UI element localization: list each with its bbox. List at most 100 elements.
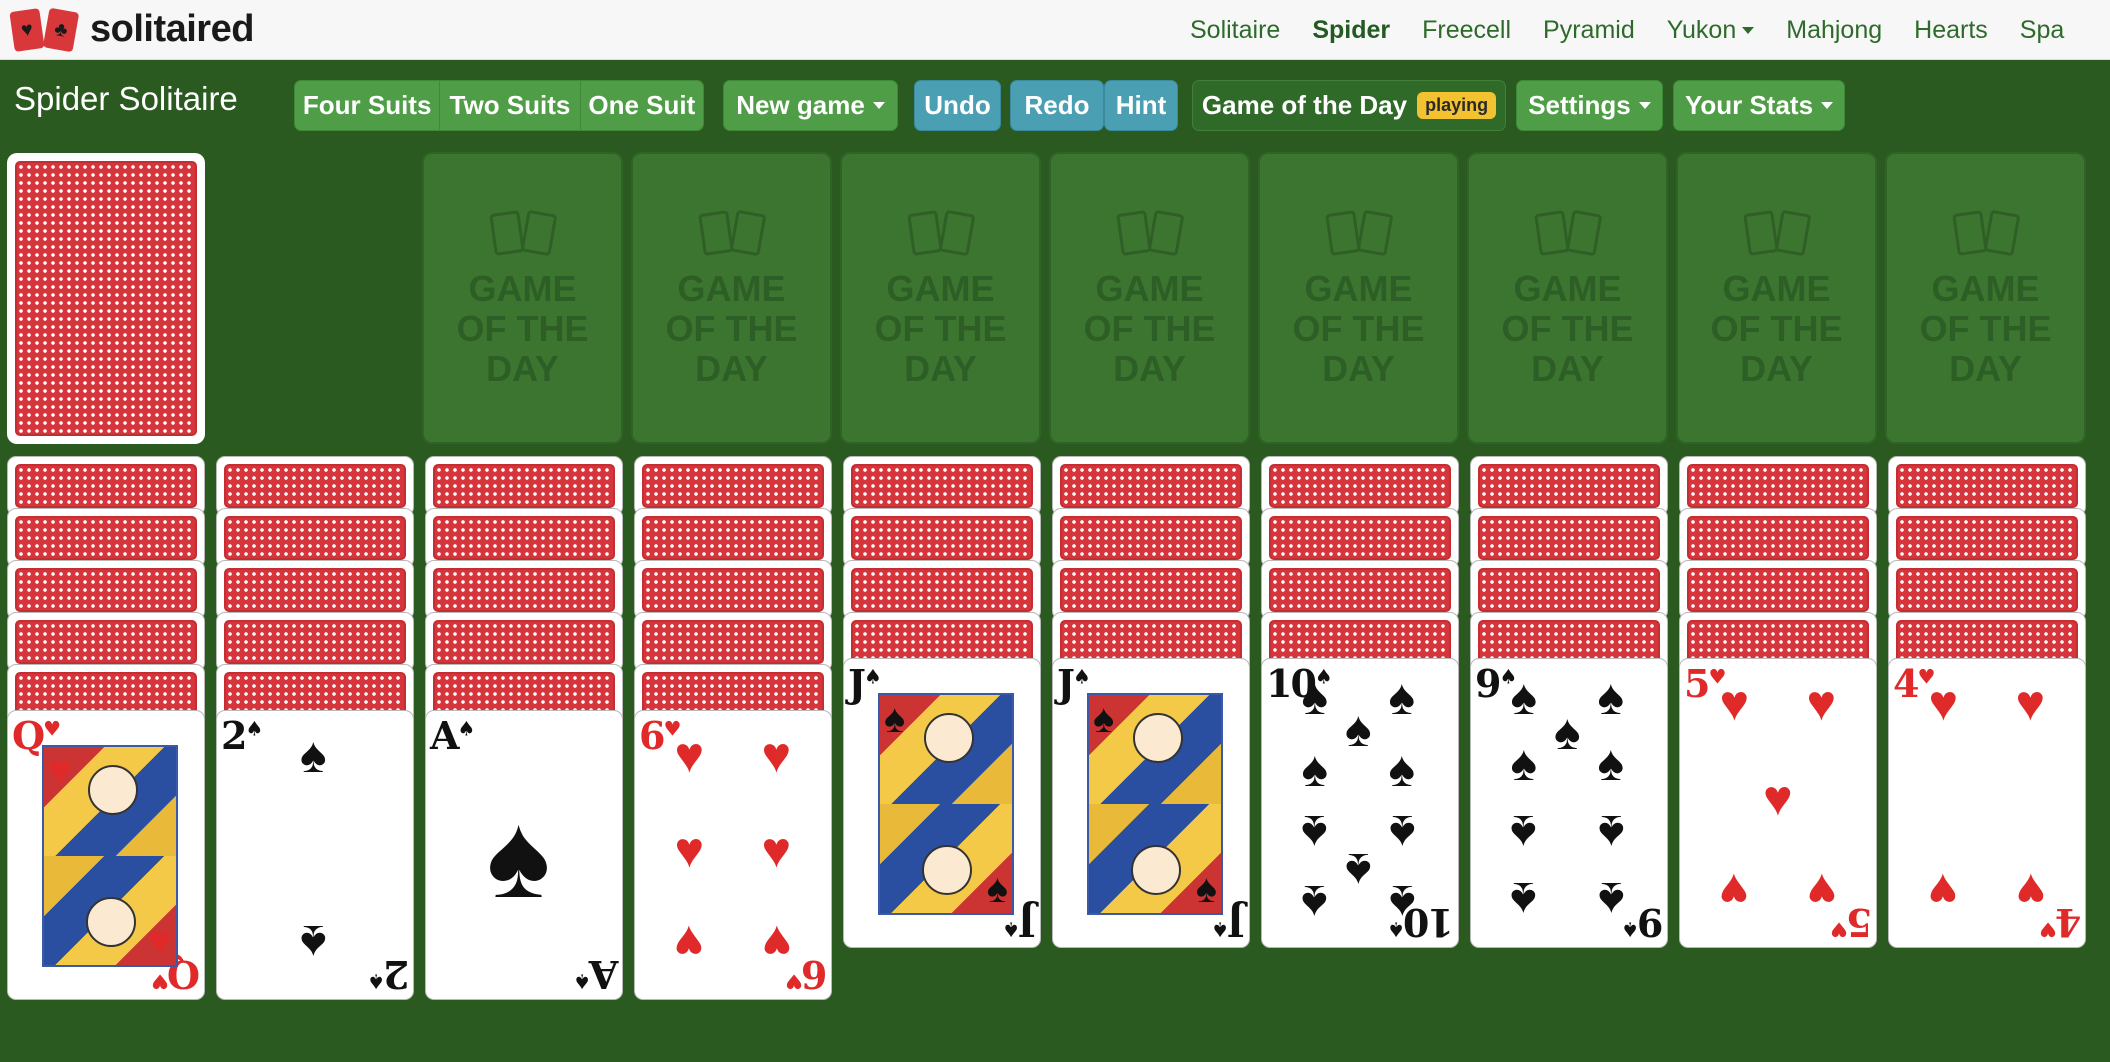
site-logo[interactable]: ♥ ♣ solitaired xyxy=(9,6,254,53)
heart-icon: ♥ xyxy=(2040,917,2057,942)
four-suits-button[interactable]: Four Suits xyxy=(295,81,441,130)
facedown-card xyxy=(634,456,832,516)
heart-icon: ♥ xyxy=(1806,674,1837,731)
spade-icon: ♠ xyxy=(1301,741,1328,798)
new-game-button[interactable]: New game xyxy=(723,80,898,131)
heart-icon: ♥ xyxy=(1928,863,1959,919)
playing-card[interactable]: 2♠ 2♠ ♠ ♠ xyxy=(216,710,414,1000)
foundation-placeholder-label: GAME OF THE DAY xyxy=(1501,268,1634,389)
two-suits-button[interactable]: Two Suits xyxy=(440,81,581,130)
nav-link-hearts[interactable]: Hearts xyxy=(1914,16,1988,45)
nav-link-yukon[interactable]: Yukon xyxy=(1667,16,1755,45)
foundation-placeholder-label: GAME OF THE DAY xyxy=(1919,268,2052,389)
card-back xyxy=(851,568,1033,612)
foundation-slot: GAME OF THE DAY xyxy=(1885,152,2086,444)
playing-card[interactable]: Q♥ Q♥ ♥ ♥ xyxy=(7,710,205,1000)
chevron-down-icon xyxy=(872,102,885,109)
spade-icon: ♠ xyxy=(1072,664,1091,689)
spade-icon: ♠ xyxy=(1195,867,1217,911)
nav-link-spa[interactable]: Spa xyxy=(2020,16,2064,45)
heart-icon: ♥ xyxy=(152,969,169,994)
playing-card[interactable]: 10♠ 10♠ ♠ ♠ ♠ ♠ ♠ ♠ ♠ ♠ ♠ ♠ xyxy=(1261,658,1459,948)
court-card-illustration: ♥ ♥ xyxy=(42,745,178,967)
spade-icon: ♠ xyxy=(1510,668,1537,725)
card-back xyxy=(224,620,406,664)
spade-icon: ♠ xyxy=(300,915,327,971)
facedown-card xyxy=(1888,560,2086,620)
redo-button[interactable]: Redo xyxy=(1010,80,1104,131)
heart-icon: ♥ xyxy=(148,919,172,963)
card-back xyxy=(1060,516,1242,560)
playing-card[interactable]: 5♥ 5♥ ♥ ♥ ♥ ♥ ♥ xyxy=(1679,658,1877,948)
facedown-card xyxy=(843,508,1041,568)
stock-pile[interactable] xyxy=(7,153,205,444)
facedown-card xyxy=(7,456,205,516)
card-rank: 4♥ xyxy=(1893,661,1935,706)
playing-card[interactable]: J♠ J♠ ♠ ♠ xyxy=(843,658,1041,948)
spade-icon: ♠ xyxy=(1004,917,1021,942)
facedown-card xyxy=(216,560,414,620)
facedown-card xyxy=(634,508,832,568)
card-back xyxy=(1269,516,1451,560)
spade-icon: ♠ xyxy=(1597,871,1625,928)
spade-icon: ♠ xyxy=(1597,668,1625,725)
facedown-card xyxy=(1679,560,1877,620)
facedown-card xyxy=(7,560,205,620)
facedown-card xyxy=(425,508,623,568)
card-back xyxy=(642,620,824,664)
facedown-card xyxy=(843,456,1041,516)
facedown-card xyxy=(1888,508,2086,568)
spade-icon: ♠ xyxy=(1345,700,1372,757)
hint-button[interactable]: Hint xyxy=(1104,80,1178,131)
card-back xyxy=(1687,516,1869,560)
spade-icon: ♠ xyxy=(486,789,551,923)
spade-icon: ♠ xyxy=(1301,668,1328,725)
nav-link-solitaire[interactable]: Solitaire xyxy=(1190,16,1280,45)
playing-card[interactable]: 4♥ 4♥ ♥ ♥ ♥ ♥ xyxy=(1888,658,2086,948)
playing-card[interactable]: J♠ J♠ ♠ ♠ xyxy=(1052,658,1250,948)
your-stats-button[interactable]: Your Stats xyxy=(1673,80,1845,131)
playing-card[interactable]: 6♥ 6♥ ♥ ♥ ♥ ♥ ♥ ♥ xyxy=(634,710,832,1000)
facedown-card xyxy=(216,508,414,568)
heart-icon: ♥ xyxy=(761,726,792,783)
facedown-card xyxy=(7,508,205,568)
game-of-the-day-button[interactable]: Game of the Day playing xyxy=(1192,80,1506,131)
card-rank: 5♥ xyxy=(1684,661,1726,706)
heart-icon: ♥ xyxy=(674,822,705,879)
nav-link-pyramid[interactable]: Pyramid xyxy=(1543,16,1635,45)
facedown-card xyxy=(1261,456,1459,516)
playing-card[interactable]: 9♠ 9♠ ♠ ♠ ♠ ♠ ♠ ♠ ♠ ♠ ♠ xyxy=(1470,658,1668,948)
card-back xyxy=(1478,516,1660,560)
settings-button[interactable]: Settings xyxy=(1516,80,1663,131)
card-back xyxy=(851,516,1033,560)
court-card-illustration: ♠ ♠ xyxy=(878,693,1014,915)
card-rank: A♠ xyxy=(430,713,475,758)
heart-icon: ♥ xyxy=(1719,674,1750,731)
spade-icon: ♠ xyxy=(1301,874,1328,931)
playing-card[interactable]: A♠ A♠ ♠ xyxy=(425,710,623,1000)
facedown-card xyxy=(843,560,1041,620)
cards-icon xyxy=(1111,207,1189,259)
card-back xyxy=(433,516,615,560)
undo-button[interactable]: Undo xyxy=(914,80,1001,131)
card-back xyxy=(433,464,615,508)
foundation-placeholder-label: GAME OF THE DAY xyxy=(1083,268,1216,389)
spade-icon: ♠ xyxy=(1597,735,1625,792)
nav-link-mahjong[interactable]: Mahjong xyxy=(1786,16,1882,45)
cards-icon xyxy=(693,207,771,259)
heart-icon: ♥ xyxy=(1831,917,1848,942)
facedown-card xyxy=(1470,508,1668,568)
spade-icon: ♠ xyxy=(863,664,882,689)
nav-link-spider[interactable]: Spider xyxy=(1312,16,1390,45)
cards-icon xyxy=(1320,207,1398,259)
heart-icon: ♥ xyxy=(1719,863,1750,919)
card-back xyxy=(15,516,197,560)
logo-text: solitaired xyxy=(90,7,254,50)
card-rank: 6♥ xyxy=(786,952,827,997)
nav-link-freecell[interactable]: Freecell xyxy=(1422,16,1511,45)
foundation-placeholder-label: GAME OF THE DAY xyxy=(456,268,589,389)
chevron-down-icon xyxy=(1821,102,1834,109)
card-rank: 9♠ xyxy=(1475,661,1517,706)
foundation-placeholder-label: GAME OF THE DAY xyxy=(1710,268,1843,389)
one-suit-button[interactable]: One Suit xyxy=(580,81,703,130)
